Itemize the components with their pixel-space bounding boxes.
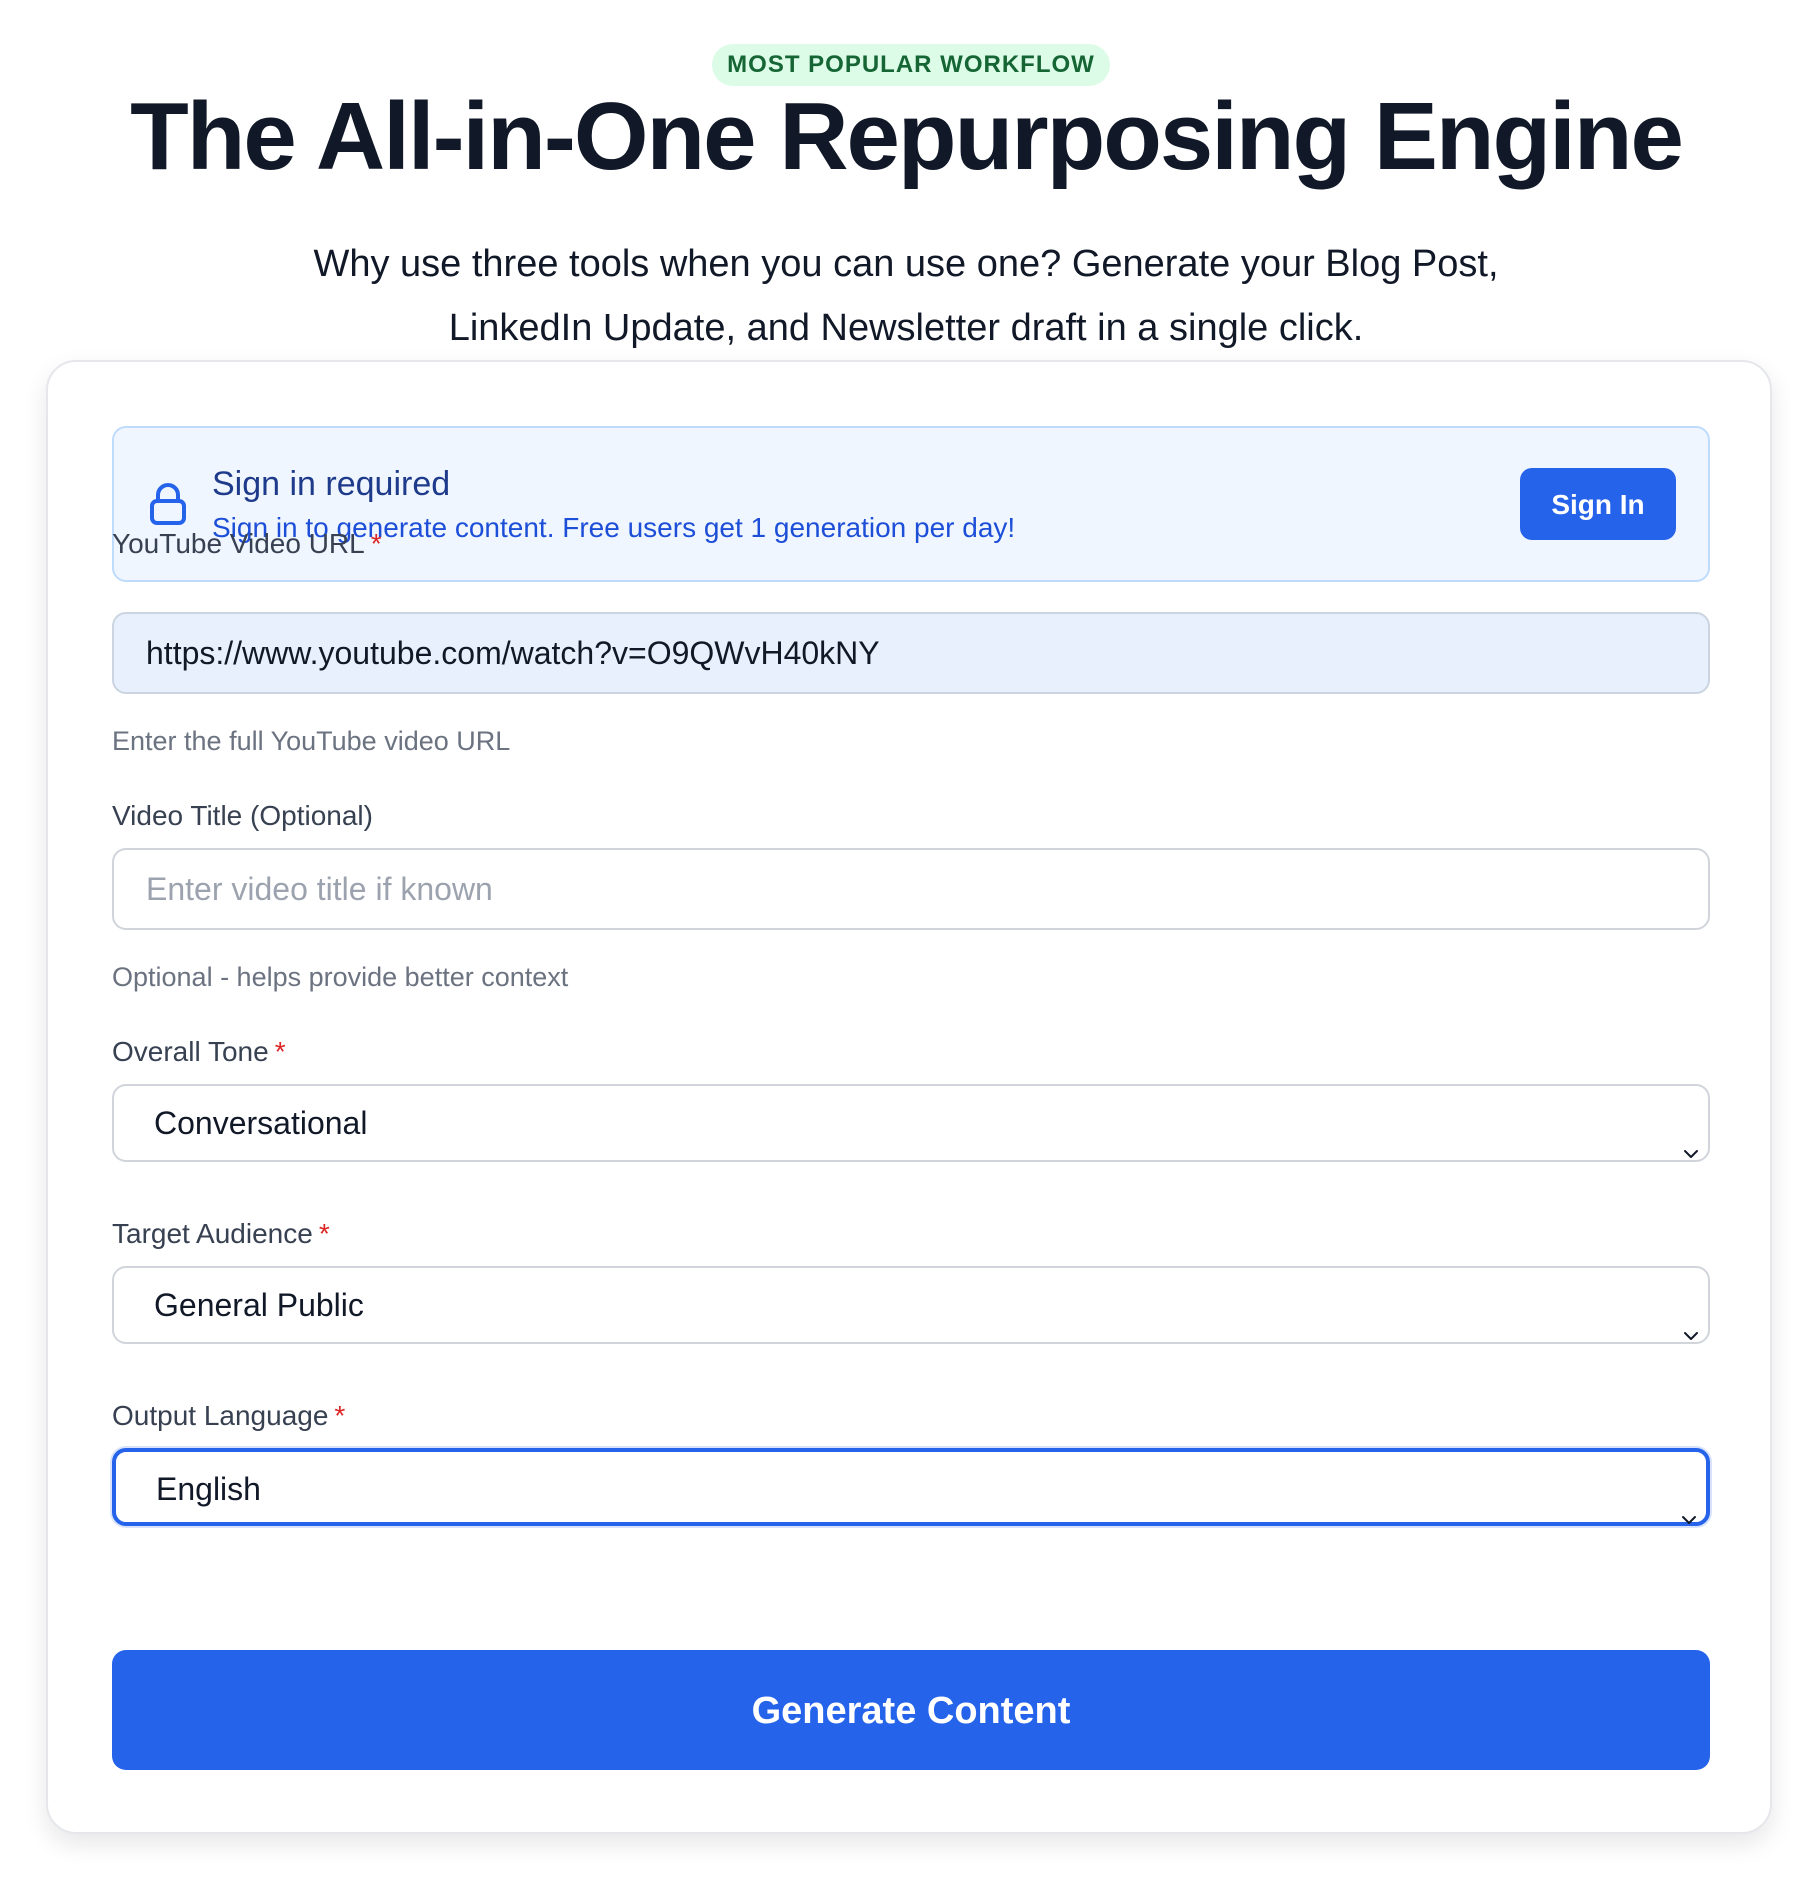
- video-title-label: Video Title (Optional): [112, 800, 373, 831]
- target-audience-label-text: Target Audience: [112, 1218, 313, 1249]
- video-title-input[interactable]: Enter video title if known: [112, 848, 1710, 930]
- page: MOST POPULAR WORKFLOW The All-in-One Rep…: [0, 0, 1812, 1888]
- page-subtitle: Why use three tools when you can use one…: [260, 232, 1552, 360]
- content-generator-card: Sign in required Sign in to generate con…: [46, 360, 1772, 1834]
- overall-tone-select[interactable]: Conversational: [112, 1084, 1710, 1162]
- subtitle-line-1: Why use three tools when you can use one…: [313, 243, 1499, 285]
- youtube-url-value: https://www.youtube.com/watch?v=O9QWvH40…: [146, 635, 880, 671]
- overall-tone-label: Overall Tone *: [112, 1034, 286, 1070]
- target-audience-value: General Public: [154, 1287, 364, 1323]
- page-title: The All-in-One Repurposing Engine: [130, 83, 1684, 190]
- subtitle-line-2: LinkedIn Update, and Newsletter draft in…: [448, 307, 1364, 349]
- overall-tone-label-text: Overall Tone: [112, 1036, 269, 1067]
- overall-tone-value: Conversational: [154, 1105, 368, 1141]
- output-language-label-text: Output Language: [112, 1400, 329, 1431]
- notice-title: Sign in required: [212, 465, 451, 503]
- youtube-url-label: YouTube Video URL *: [112, 526, 382, 562]
- chevron-down-icon: [1682, 1115, 1700, 1158]
- required-indicator: *: [274, 1036, 286, 1067]
- video-title-placeholder: Enter video title if known: [146, 871, 493, 907]
- required-indicator: *: [318, 1218, 330, 1249]
- output-language-label: Output Language *: [112, 1398, 345, 1434]
- target-audience-label: Target Audience *: [112, 1216, 330, 1252]
- youtube-url-input[interactable]: https://www.youtube.com/watch?v=O9QWvH40…: [112, 612, 1710, 694]
- generate-content-button[interactable]: Generate Content: [112, 1650, 1710, 1770]
- chevron-down-icon: [1680, 1481, 1698, 1524]
- youtube-url-label-text: YouTube Video URL: [112, 528, 365, 559]
- youtube-url-helper: Enter the full YouTube video URL: [112, 726, 511, 756]
- output-language-value: English: [156, 1471, 261, 1507]
- workflow-badge: MOST POPULAR WORKFLOW: [712, 44, 1110, 86]
- required-indicator: *: [334, 1400, 346, 1431]
- chevron-down-icon: [1682, 1297, 1700, 1340]
- video-title-helper: Optional - helps provide better context: [112, 962, 569, 992]
- lock-icon: [148, 482, 188, 526]
- required-indicator: *: [370, 528, 382, 559]
- sign-in-button[interactable]: Sign In: [1520, 468, 1676, 540]
- target-audience-select[interactable]: General Public: [112, 1266, 1710, 1344]
- output-language-select[interactable]: English: [112, 1448, 1710, 1526]
